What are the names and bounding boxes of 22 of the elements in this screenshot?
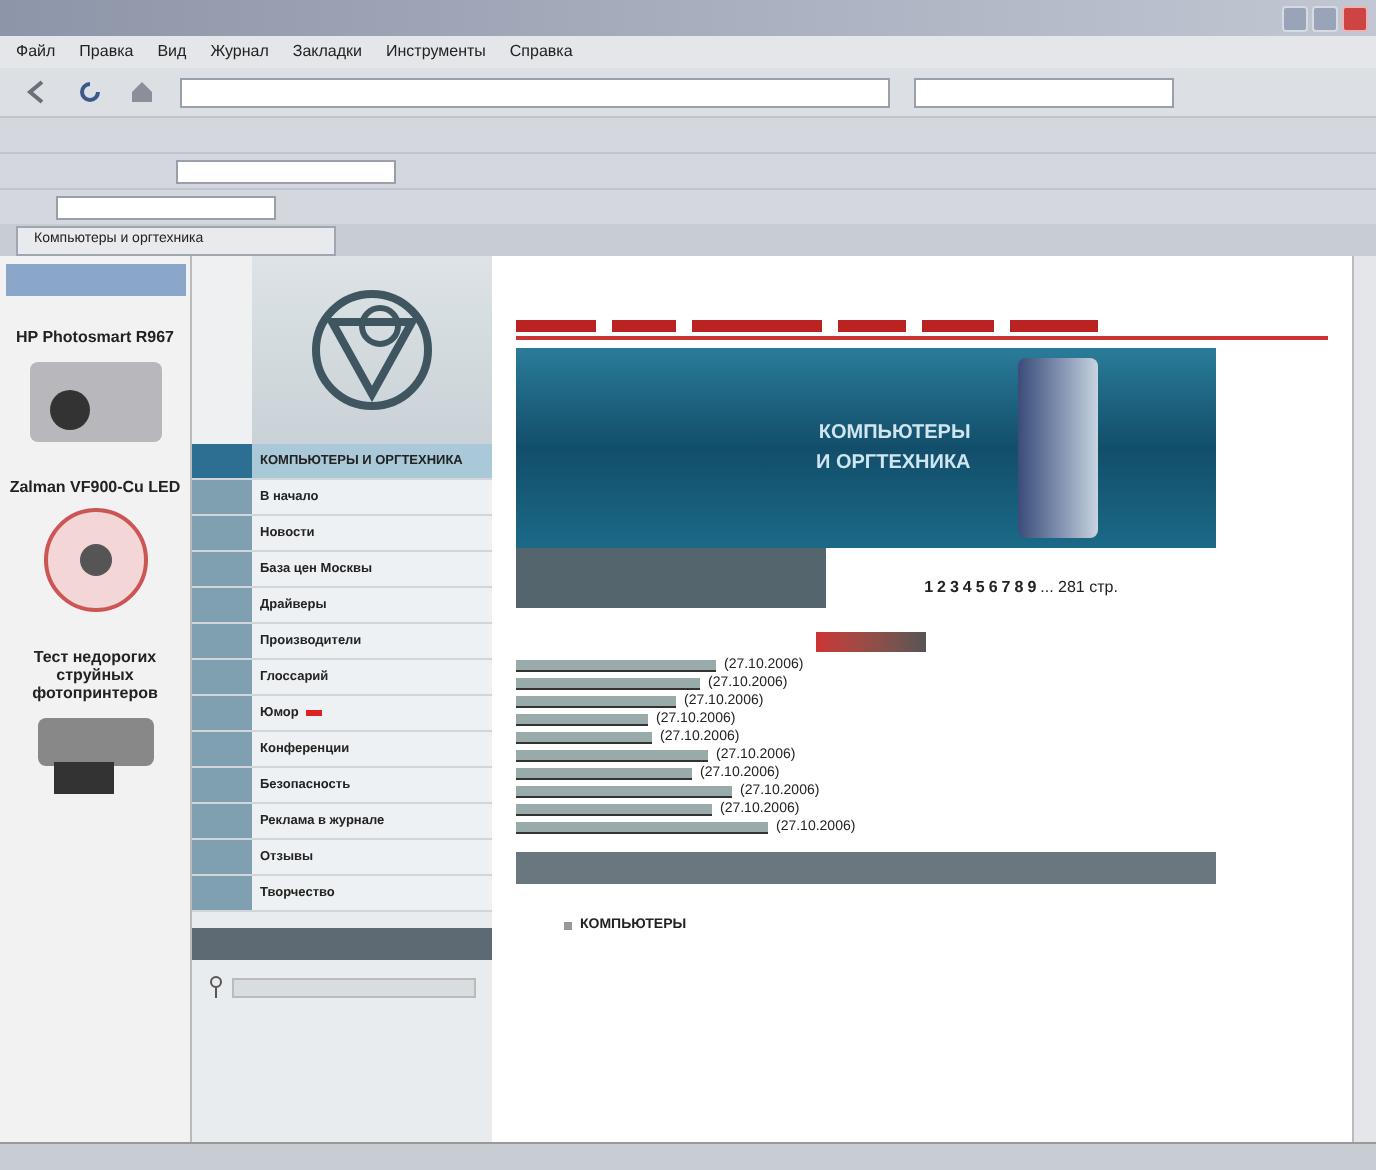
page-link[interactable]: 5 bbox=[975, 576, 985, 600]
page-count: ... 281 стр. bbox=[1040, 576, 1118, 600]
product-name[interactable]: Zalman VF900-Cu LED bbox=[3, 478, 187, 496]
menu-item[interactable]: Файл bbox=[16, 40, 56, 64]
page-link[interactable]: 6 bbox=[988, 576, 998, 600]
page-link[interactable]: 4 bbox=[962, 576, 972, 600]
banner-title: КОМПЬЮТЕРЫ bbox=[818, 420, 971, 448]
product-name[interactable]: Тест недорогих струйных фотопринтеров bbox=[3, 648, 187, 702]
menu-item[interactable]: Инструменты bbox=[386, 40, 486, 64]
menu-item[interactable]: Вид bbox=[157, 40, 187, 64]
product-name[interactable]: HP Photosmart R967 bbox=[3, 328, 187, 346]
page-link[interactable]: 2 bbox=[937, 576, 946, 600]
banner-subtitle: И ОРГТЕХНИКА bbox=[816, 450, 971, 478]
menu-item[interactable]: Правка bbox=[79, 40, 134, 64]
page-link[interactable]: 9 bbox=[1027, 576, 1037, 600]
menu-item[interactable]: Журнал bbox=[210, 40, 269, 64]
page-link[interactable]: 1 bbox=[924, 576, 934, 600]
page-link[interactable]: 7 bbox=[1001, 576, 1011, 600]
menu-item[interactable]: Закладки bbox=[292, 40, 363, 64]
page-link[interactable]: 3 bbox=[949, 576, 959, 600]
page-link[interactable]: 8 bbox=[1014, 576, 1024, 600]
menu-item[interactable]: Справка bbox=[509, 40, 573, 64]
